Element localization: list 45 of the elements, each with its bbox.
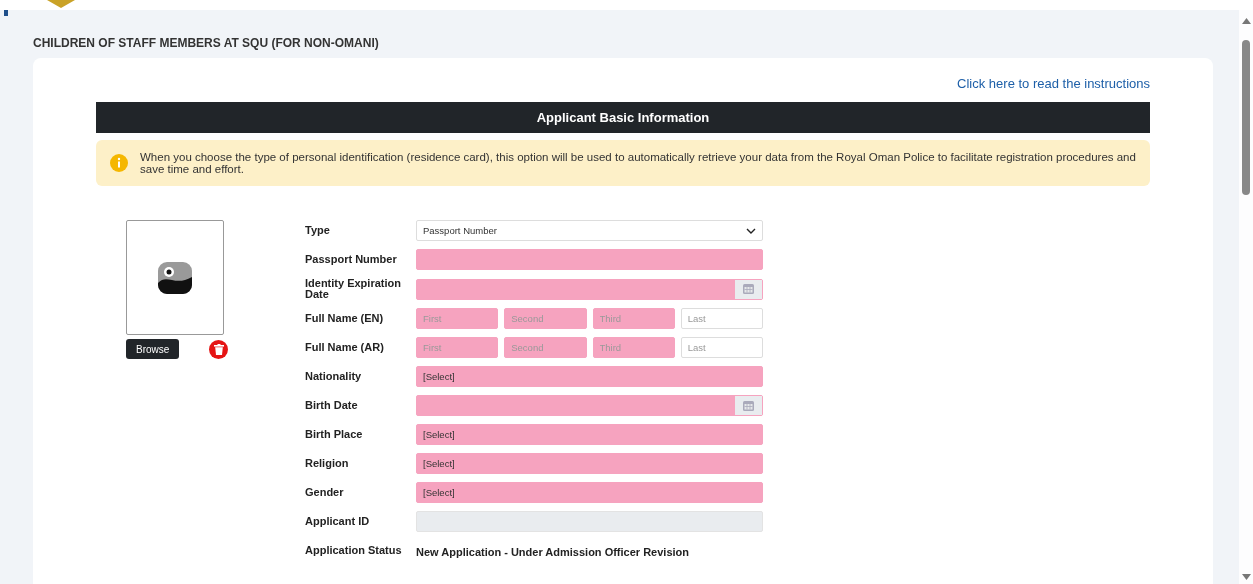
field-label: Religion [305,458,350,469]
page-title: CHILDREN OF STAFF MEMBERS AT SQU (FOR NON-OMANI) [33,37,379,50]
field-label: Application Status [305,545,403,556]
status-value: New Application - Under Admission Officer Revision [416,545,689,558]
notice-text: When you choose the type of personal identification (residence card), this option will be used to automatically retrieve your data from the Royal Oman Police to facilitate registration procedures and save time and effort. [140,151,1136,175]
scroll-down-icon[interactable] [1241,574,1251,580]
name-input[interactable]: First [416,337,499,358]
name-input[interactable]: Third [592,308,675,329]
name-input[interactable]: Second [504,337,587,358]
scrollbar-thumb[interactable] [1242,40,1250,195]
calendar-icon [743,400,754,411]
field-label: Applicant ID [305,516,371,527]
field-label: Type [305,225,331,236]
scroll-up-icon[interactable] [1241,18,1251,24]
field-label: Gender [305,487,345,498]
type-dropdown[interactable]: Passport Number [416,220,763,241]
date-input[interactable] [416,278,763,300]
name-input[interactable]: Last [680,337,763,358]
text-input[interactable] [416,249,763,270]
date-input[interactable] [416,395,763,416]
select-dropdown[interactable]: [Select] [416,482,763,503]
field-label: Passport Number [305,254,398,265]
image-placeholder-icon [157,260,193,295]
browse-button[interactable]: Browse [126,339,180,359]
field-label: Full Name (EN) [305,313,385,324]
select-dropdown[interactable]: [Select] [416,453,763,474]
name-input[interactable]: Last [680,308,763,329]
name-input[interactable]: First [416,308,499,329]
field-label: Birth Date [305,400,359,411]
section-header: Applicant Basic Information [96,102,1150,133]
chevron-down-icon [746,227,756,234]
info-icon [110,154,128,172]
select-dropdown[interactable]: [Select] [416,366,763,387]
calendar-icon [743,284,754,294]
emblem-icon [47,0,75,8]
select-dropdown[interactable]: [Select] [416,424,763,445]
field-label: Full Name (AR) [305,342,385,353]
name-input[interactable]: Third [592,337,675,358]
instructions-link[interactable]: Click here to read the instructions [957,76,1150,102]
name-input[interactable]: Second [504,308,587,329]
field-label: Identity Expiration Date [305,278,402,300]
trash-icon [213,343,224,355]
field-label: Birth Place [305,429,364,440]
delete-button[interactable] [209,339,229,359]
field-label: Nationality [305,371,363,382]
